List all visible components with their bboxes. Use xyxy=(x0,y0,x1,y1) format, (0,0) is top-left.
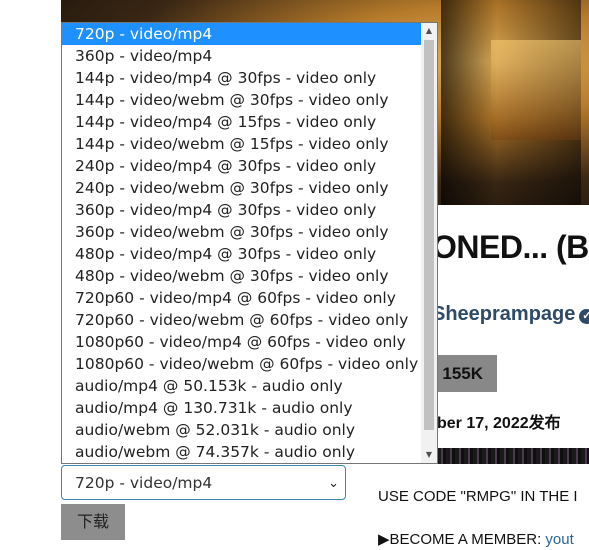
format-option[interactable]: 480p - video/mp4 @ 30fps - video only xyxy=(62,243,422,265)
subscriber-count-badge[interactable]: 155K xyxy=(430,355,497,392)
format-select-value: 720p - video/mp4 xyxy=(75,474,213,492)
format-option[interactable]: 240p - video/mp4 @ 30fps - video only xyxy=(62,155,422,177)
format-option[interactable]: audio/mp4 @ 130.731k - audio only xyxy=(62,397,422,419)
format-option[interactable]: 144p - video/webm @ 15fps - video only xyxy=(62,133,422,155)
format-option[interactable]: 1080p60 - video/webm @ 60fps - video onl… xyxy=(62,353,422,375)
format-option[interactable]: 144p - video/webm @ 30fps - video only xyxy=(62,89,422,111)
format-options-list: 720p - video/mp4 360p - video/mp4 144p -… xyxy=(62,23,422,463)
scroll-down-arrow-icon[interactable]: ▼ xyxy=(421,447,437,463)
format-option[interactable]: 360p - video/mp4 xyxy=(62,45,422,67)
filmstrip-strip xyxy=(437,448,589,464)
download-button[interactable]: 下载 xyxy=(61,504,125,540)
format-option[interactable]: 720p - video/mp4 xyxy=(62,23,422,45)
channel-name[interactable]: Sheeprampage xyxy=(432,303,575,325)
scrollbar-thumb[interactable] xyxy=(424,40,434,430)
format-select[interactable]: 720p - video/mp4 ⌄ xyxy=(61,465,346,500)
verified-check-icon: ✓ xyxy=(579,309,589,324)
format-option[interactable]: 360p - video/mp4 @ 30fps - video only xyxy=(62,199,422,221)
description-line-2-text: ▶BECOME A MEMBER: xyxy=(378,531,546,548)
channel-name-row[interactable]: Sheeprampage ✓ xyxy=(432,303,589,326)
thumbnail-highlight xyxy=(491,40,581,140)
format-options-listbox[interactable]: 720p - video/mp4 360p - video/mp4 144p -… xyxy=(61,22,438,464)
description-line-2: ▶BECOME A MEMBER: yout xyxy=(378,530,574,548)
format-option[interactable]: 720p60 - video/mp4 @ 60fps - video only xyxy=(62,287,422,309)
format-option[interactable]: 360p - video/webm @ 30fps - video only xyxy=(62,221,422,243)
format-option[interactable]: audio/webm @ 52.031k - audio only xyxy=(62,419,422,441)
format-option[interactable]: 720p60 - video/webm @ 60fps - video only xyxy=(62,309,422,331)
video-title: ONED... (B xyxy=(432,229,589,265)
publish-date: ber 17, 2022发布 xyxy=(437,415,561,432)
format-option[interactable]: 144p - video/mp4 @ 30fps - video only xyxy=(62,67,422,89)
format-option[interactable]: 1080p60 - video/mp4 @ 60fps - video only xyxy=(62,331,422,353)
format-option[interactable]: 240p - video/webm @ 30fps - video only xyxy=(62,177,422,199)
format-option[interactable]: 144p - video/mp4 @ 15fps - video only xyxy=(62,111,422,133)
member-link[interactable]: yout xyxy=(545,531,573,548)
description-line-1: USE CODE "RMPG" IN THE I xyxy=(378,488,578,505)
format-option[interactable]: audio/mp4 @ 50.153k - audio only xyxy=(62,375,422,397)
scroll-up-arrow-icon[interactable]: ▲ xyxy=(421,23,437,39)
page: ONED... (B Sheeprampage ✓ 155K ber 17, 20… xyxy=(0,0,589,550)
listbox-scrollbar[interactable]: ▲ ▼ xyxy=(421,23,437,463)
format-option[interactable]: audio/webm @ 74.357k - audio only xyxy=(62,441,422,463)
chevron-down-icon: ⌄ xyxy=(328,476,339,491)
format-option[interactable]: 480p - video/webm @ 30fps - video only xyxy=(62,265,422,287)
